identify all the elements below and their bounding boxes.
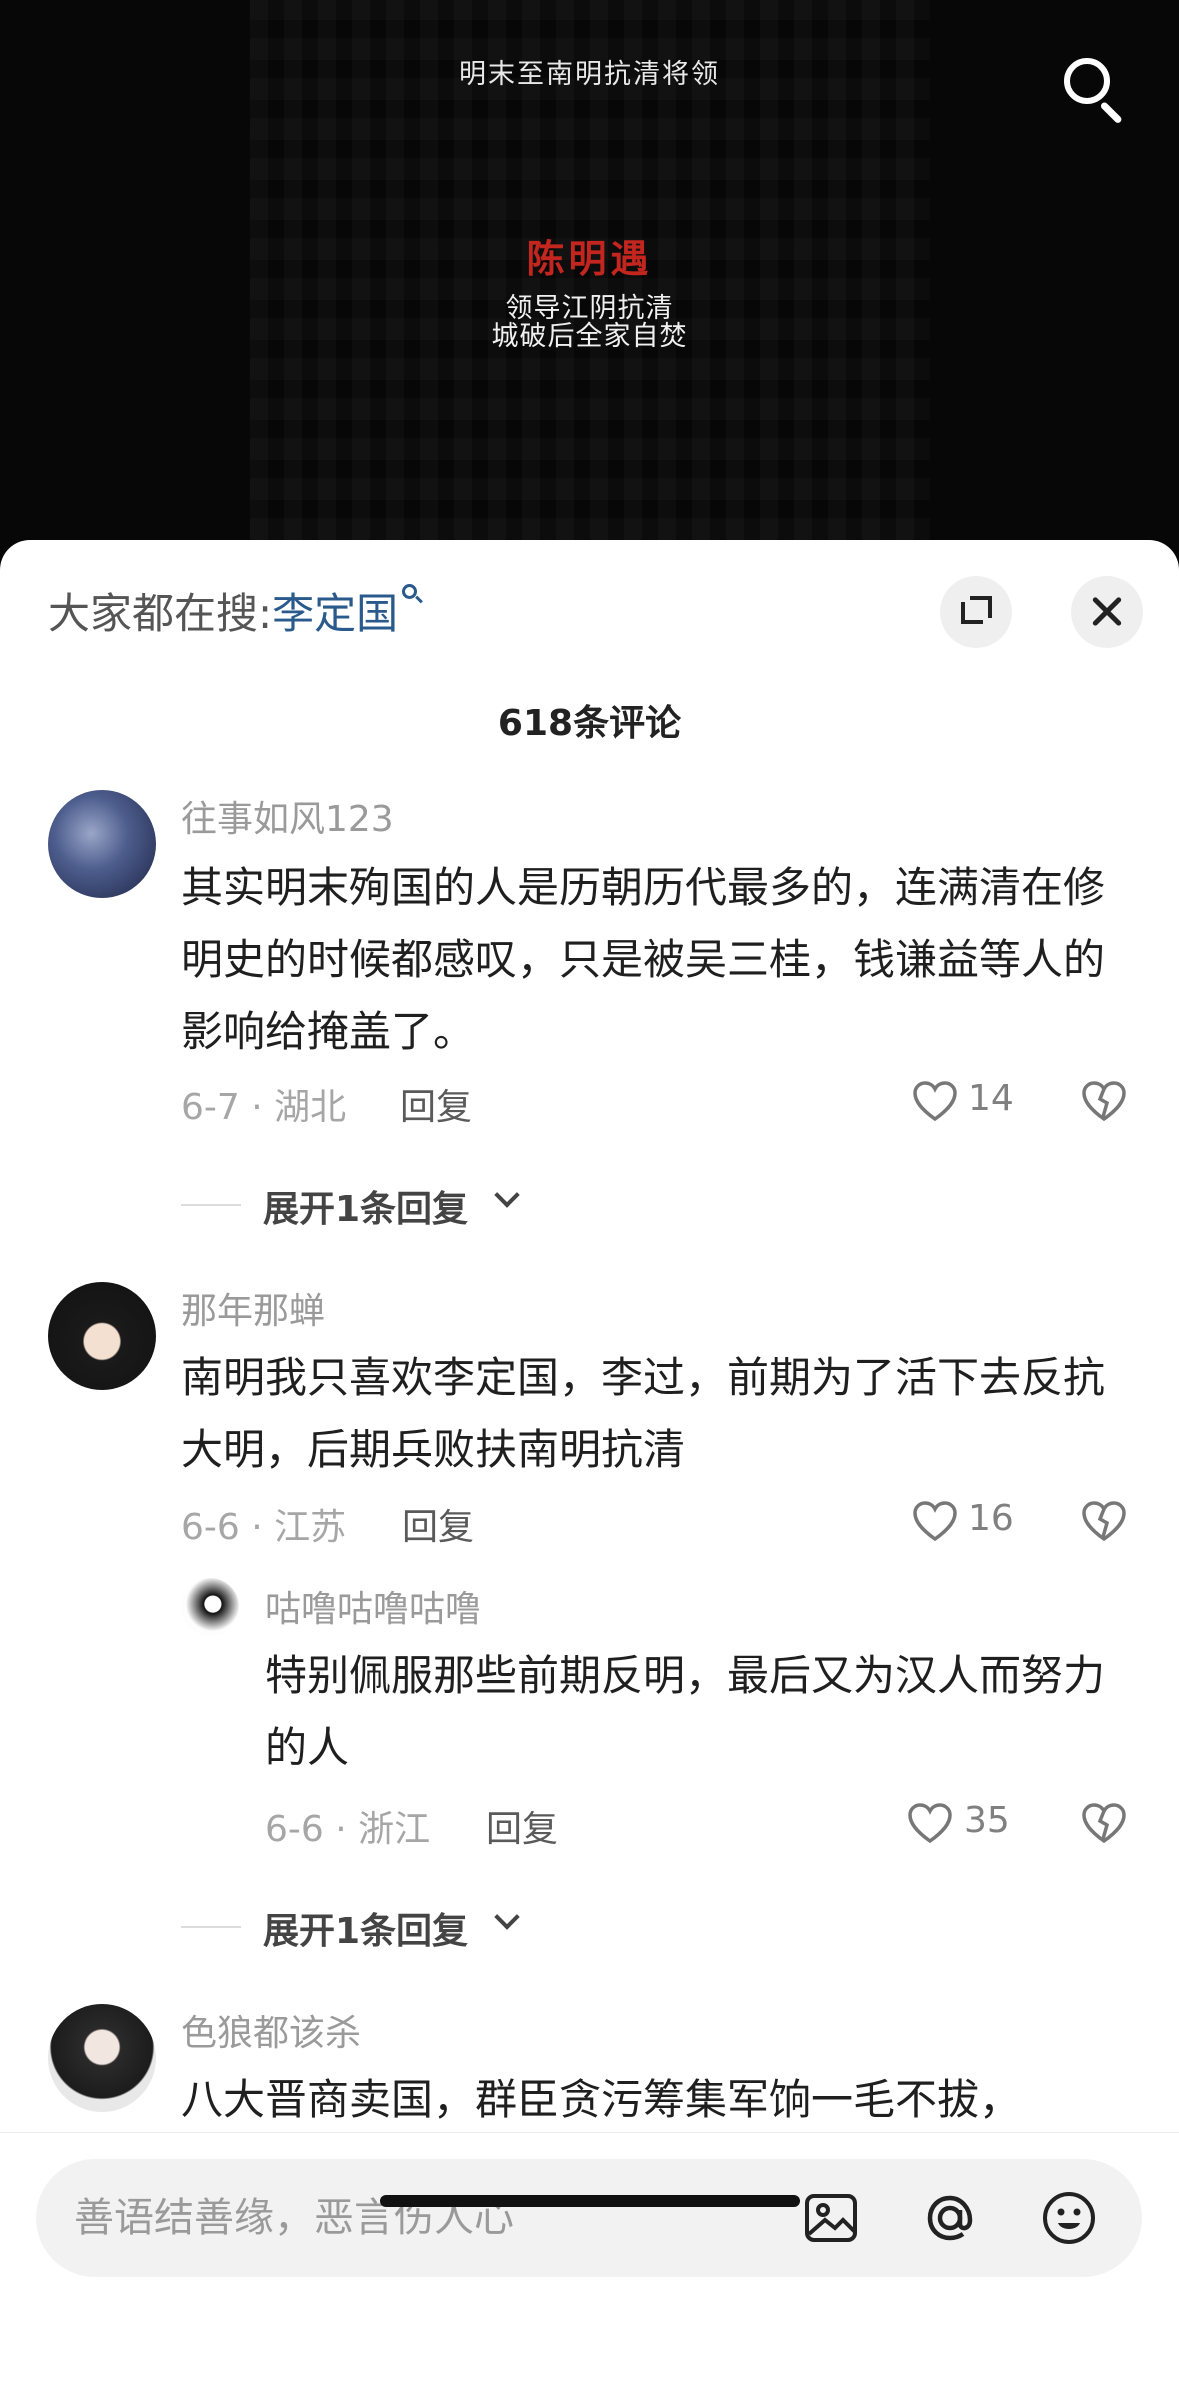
suggestion-keyword[interactable]: 李定国 — [272, 589, 398, 638]
expand-button[interactable] — [940, 576, 1012, 648]
comment-text: 其实明末殉国的人是历朝历代最多的，连满清在修明史的时候都感叹，只是被吴三桂，钱谦… — [181, 863, 1106, 1056]
divider — [181, 1204, 241, 1206]
broken-heart-icon[interactable] — [1080, 1801, 1128, 1845]
comment-input[interactable] — [74, 2159, 774, 2277]
divider — [181, 1926, 241, 1928]
comment-text: 八大晋商卖国，群臣贪污筹集军饷一毛不拔， — [181, 2075, 1022, 2124]
broken-heart-icon[interactable] — [1080, 1079, 1128, 1123]
reply-text: 特别佩服那些前期反明，最后又为汉人而努力的人 — [265, 1651, 1106, 1772]
expand-replies-button[interactable]: 展开1条回复 — [263, 1180, 468, 1232]
chevron-down-icon — [494, 1182, 520, 1208]
heart-icon[interactable] — [911, 1079, 959, 1123]
reply-meta: 6-6 · 浙江 — [265, 1809, 431, 1850]
video-player[interactable]: 明末至南明抗清将领 陈明遇 领导江阴抗清 城破后全家自焚 — [0, 0, 1179, 560]
video-hero-name: 陈明遇 — [526, 236, 653, 281]
comment-text: 南明我只喜欢李定国，李过，前期为了活下去反抗大明，后期兵败扶南明抗清 — [181, 1353, 1106, 1474]
search-suggestion[interactable]: 大家都在搜:李定国 — [48, 580, 424, 641]
video-hero-line: 城破后全家自焚 — [491, 321, 688, 352]
comment-count: 618条评论 — [497, 703, 682, 744]
broken-heart-icon[interactable] — [1080, 1499, 1128, 1543]
at-icon[interactable] — [920, 2188, 980, 2248]
heart-icon[interactable] — [911, 1499, 959, 1543]
like-count: 35 — [964, 1800, 1010, 1841]
reply-button[interactable]: 回复 — [486, 1800, 558, 1852]
image-icon[interactable] — [801, 2188, 861, 2248]
heart-icon[interactable] — [906, 1801, 954, 1845]
avatar[interactable] — [48, 1282, 156, 1390]
chevron-down-icon — [494, 1904, 520, 1930]
close-button[interactable] — [1071, 576, 1143, 648]
comment-username[interactable]: 色狼都该杀 — [181, 2004, 361, 2056]
like-count: 14 — [968, 1078, 1014, 1119]
search-icon[interactable] — [1062, 56, 1126, 125]
comment-username[interactable]: 往事如风123 — [181, 790, 394, 842]
video-top-caption: 明末至南明抗清将领 — [459, 59, 720, 90]
avatar[interactable] — [181, 1578, 239, 1636]
comment-meta: 6-6 · 江苏 — [181, 1507, 347, 1548]
comment-sheet: 大家都在搜:李定国 618条评论 往事如风123 其实明末殉国的人是历朝历代最多… — [0, 540, 1179, 2405]
expand-replies-button[interactable]: 展开1条回复 — [263, 1902, 468, 1954]
like-count: 16 — [968, 1498, 1014, 1539]
search-icon — [402, 584, 424, 606]
reply-username[interactable]: 咕噜咕噜咕噜 — [265, 1580, 481, 1632]
comment-input-bar — [0, 2132, 1179, 2405]
comment-meta: 6-7 · 湖北 — [181, 1087, 347, 1128]
suggestion-prefix: 大家都在搜: — [48, 589, 273, 638]
emoji-icon[interactable] — [1039, 2188, 1099, 2248]
comment-input-container[interactable] — [36, 2159, 1142, 2277]
avatar[interactable] — [48, 2004, 156, 2112]
reply-button[interactable]: 回复 — [402, 1498, 474, 1550]
comment-username[interactable]: 那年那蝉 — [181, 1282, 325, 1334]
home-indicator[interactable] — [380, 2195, 800, 2207]
reply-button[interactable]: 回复 — [400, 1078, 472, 1130]
avatar[interactable] — [48, 790, 156, 898]
